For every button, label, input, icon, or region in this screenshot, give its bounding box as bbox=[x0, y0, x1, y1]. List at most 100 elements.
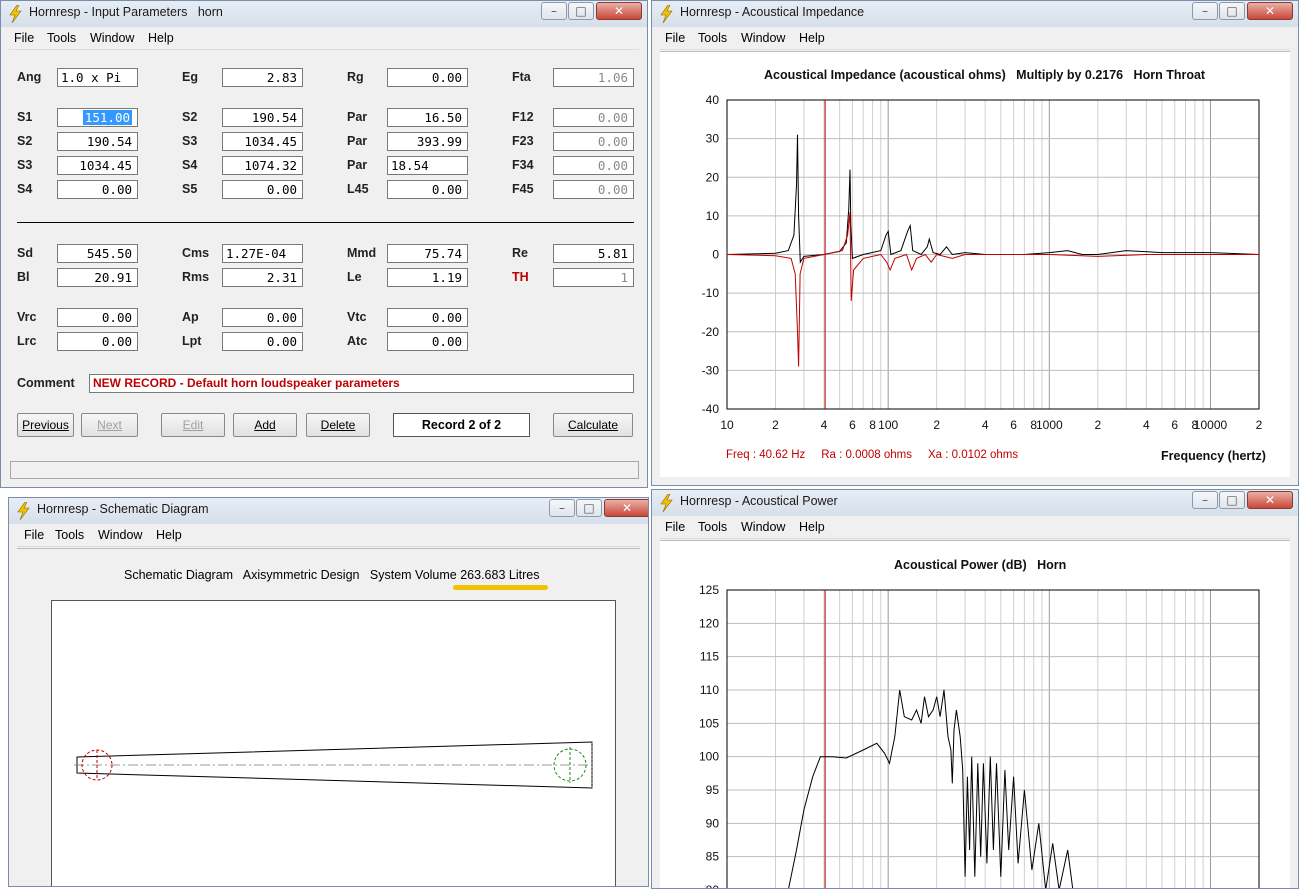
x-tick-label: 10 bbox=[720, 418, 734, 432]
param-field-lrc-31[interactable]: 0.00 bbox=[57, 332, 138, 351]
param-label-vtc-30: Vtc bbox=[347, 310, 367, 324]
param-value-lrc-31: 0.00 bbox=[101, 334, 132, 349]
param-value-lpt-32: 0.00 bbox=[266, 334, 297, 349]
y-tick-label: 40 bbox=[706, 93, 720, 107]
param-field-mmd-22[interactable]: 75.74 bbox=[387, 244, 468, 263]
param-field-re-23[interactable]: 5.81 bbox=[553, 244, 634, 263]
minimize-button[interactable]: – bbox=[549, 499, 575, 517]
horn-schematic-drawing bbox=[74, 741, 593, 789]
param-field-sd-20[interactable]: 545.50 bbox=[57, 244, 138, 263]
param-value-s4-13: 1074.32 bbox=[244, 158, 297, 173]
param-field-s1-4[interactable]: 151.00 bbox=[57, 108, 138, 127]
maximize-button[interactable]: □ bbox=[576, 499, 602, 517]
param-field-le-26[interactable]: 1.19 bbox=[387, 268, 468, 287]
param-label-rms-25: Rms bbox=[182, 270, 210, 284]
impedance-cursor-readout: Freq : 40.62 Hz Ra : 0.0008 ohms Xa : 0.… bbox=[726, 449, 1019, 461]
param-field-par-10[interactable]: 393.99 bbox=[387, 132, 468, 151]
comment-field[interactable]: NEW RECORD - Default horn loudspeaker pa… bbox=[89, 374, 634, 393]
param-field-cms-21[interactable]: 1.27E-04 bbox=[222, 244, 303, 263]
x-tick-label: 2 bbox=[772, 418, 779, 432]
param-field-s4-13[interactable]: 1074.32 bbox=[222, 156, 303, 175]
impedance-chart[interactable]: 403020100-10-20-30-4010 2 4 6 8 100 2 4 6 81000 2 4… bbox=[652, 1, 1299, 486]
param-value-ap-29: 0.00 bbox=[266, 310, 297, 325]
menu-help[interactable]: Help bbox=[156, 528, 182, 542]
delete-button[interactable]: Delete bbox=[306, 413, 370, 437]
param-field-rg-2[interactable]: 0.00 bbox=[387, 68, 468, 87]
schematic-window-titlebar[interactable]: Hornresp - Schematic Diagram – □ ✕ bbox=[9, 498, 648, 524]
param-field-s2-5[interactable]: 190.54 bbox=[222, 108, 303, 127]
param-label-par-10: Par bbox=[347, 134, 368, 148]
delete-label: Delete bbox=[320, 418, 356, 432]
param-field-ang-0[interactable]: 1.0 x Pi bbox=[57, 68, 138, 87]
edit-label: Edit bbox=[182, 418, 204, 432]
param-field-l45-18[interactable]: 0.00 bbox=[387, 180, 468, 199]
param-label-rg-2: Rg bbox=[347, 70, 364, 84]
edit-button[interactable]: Edit bbox=[161, 413, 225, 437]
param-label-f12-7: F12 bbox=[512, 110, 534, 124]
param-label-le-26: Le bbox=[347, 270, 362, 284]
param-field-fta-3[interactable]: 1.06 bbox=[553, 68, 634, 87]
next-button[interactable]: Next bbox=[81, 413, 138, 437]
menu-bar: File Tools Window Help bbox=[17, 526, 640, 547]
menu-file[interactable]: File bbox=[24, 528, 44, 542]
param-label-s1-4: S1 bbox=[17, 110, 33, 124]
param-field-s3-9[interactable]: 1034.45 bbox=[222, 132, 303, 151]
param-field-f34-15[interactable]: 0.00 bbox=[553, 156, 634, 175]
param-label-f23-11: F23 bbox=[512, 134, 534, 148]
param-value-f34-15: 0.00 bbox=[597, 158, 628, 173]
param-value-par-10: 393.99 bbox=[416, 134, 462, 149]
param-label-s3-12: S3 bbox=[17, 158, 33, 172]
param-value-atc-33: 0.00 bbox=[431, 334, 462, 349]
comment-text: NEW RECORD - Default horn loudspeaker pa… bbox=[93, 376, 400, 390]
calculate-button[interactable]: Calculate bbox=[553, 413, 633, 437]
x-tick-label: 2 bbox=[1094, 418, 1101, 432]
y-tick-label: -20 bbox=[702, 325, 720, 339]
param-value-s2-8: 190.54 bbox=[86, 134, 132, 149]
x-tick-label: 4 bbox=[1143, 418, 1150, 432]
close-button[interactable]: ✕ bbox=[604, 499, 648, 517]
param-field-rms-25[interactable]: 2.31 bbox=[222, 268, 303, 287]
menu-window[interactable]: Window bbox=[98, 528, 142, 542]
param-value-s5-17: 0.00 bbox=[266, 182, 297, 197]
y-tick-label: 110 bbox=[700, 683, 719, 697]
acoustical-power-window: Hornresp - Acoustical Power – □ ✕ File T… bbox=[651, 489, 1299, 889]
param-field-f23-11[interactable]: 0.00 bbox=[553, 132, 634, 151]
param-field-par-6[interactable]: 16.50 bbox=[387, 108, 468, 127]
param-value-mmd-22: 75.74 bbox=[424, 246, 462, 261]
y-tick-label: 10 bbox=[706, 209, 720, 223]
menu-tools[interactable]: Tools bbox=[55, 528, 84, 542]
previous-button[interactable]: Previous bbox=[17, 413, 74, 437]
param-value-rms-25: 2.31 bbox=[266, 270, 297, 285]
y-tick-label: 80 bbox=[706, 883, 720, 889]
power-chart[interactable]: 125 120 115 110 105 100 95 90 85 80 bbox=[652, 490, 1299, 889]
param-field-vtc-30[interactable]: 0.00 bbox=[387, 308, 468, 327]
param-value-par-14: 18.54 bbox=[391, 158, 429, 173]
param-field-lpt-32[interactable]: 0.00 bbox=[222, 332, 303, 351]
param-value-par-6: 16.50 bbox=[424, 110, 462, 125]
param-value-f12-7: 0.00 bbox=[597, 110, 628, 125]
param-field-s2-8[interactable]: 190.54 bbox=[57, 132, 138, 151]
param-field-s3-12[interactable]: 1034.45 bbox=[57, 156, 138, 175]
param-label-cms-21: Cms bbox=[182, 246, 210, 260]
param-field-f45-19[interactable]: 0.00 bbox=[553, 180, 634, 199]
param-field-atc-33[interactable]: 0.00 bbox=[387, 332, 468, 351]
param-value-s3-9: 1034.45 bbox=[244, 134, 297, 149]
param-label-th-27: TH bbox=[512, 270, 529, 284]
x-tick-label: 4 bbox=[982, 418, 989, 432]
y-tick-label: 100 bbox=[699, 750, 719, 764]
param-field-s5-17[interactable]: 0.00 bbox=[222, 180, 303, 199]
param-field-ap-29[interactable]: 0.00 bbox=[222, 308, 303, 327]
param-field-f12-7[interactable]: 0.00 bbox=[553, 108, 634, 127]
param-field-vrc-28[interactable]: 0.00 bbox=[57, 308, 138, 327]
add-button[interactable]: Add bbox=[233, 413, 297, 437]
param-field-th-27[interactable]: 1 bbox=[553, 268, 634, 287]
param-value-cms-21: 1.27E-04 bbox=[226, 246, 287, 261]
y-tick-label: 125 bbox=[699, 583, 719, 597]
param-field-eg-1[interactable]: 2.83 bbox=[222, 68, 303, 87]
param-field-bl-24[interactable]: 20.91 bbox=[57, 268, 138, 287]
param-field-par-14[interactable]: 18.54 bbox=[387, 156, 468, 175]
comment-label: Comment bbox=[17, 376, 75, 390]
param-field-s4-16[interactable]: 0.00 bbox=[57, 180, 138, 199]
status-bar bbox=[10, 461, 639, 479]
param-label-ang-0: Ang bbox=[17, 70, 42, 84]
